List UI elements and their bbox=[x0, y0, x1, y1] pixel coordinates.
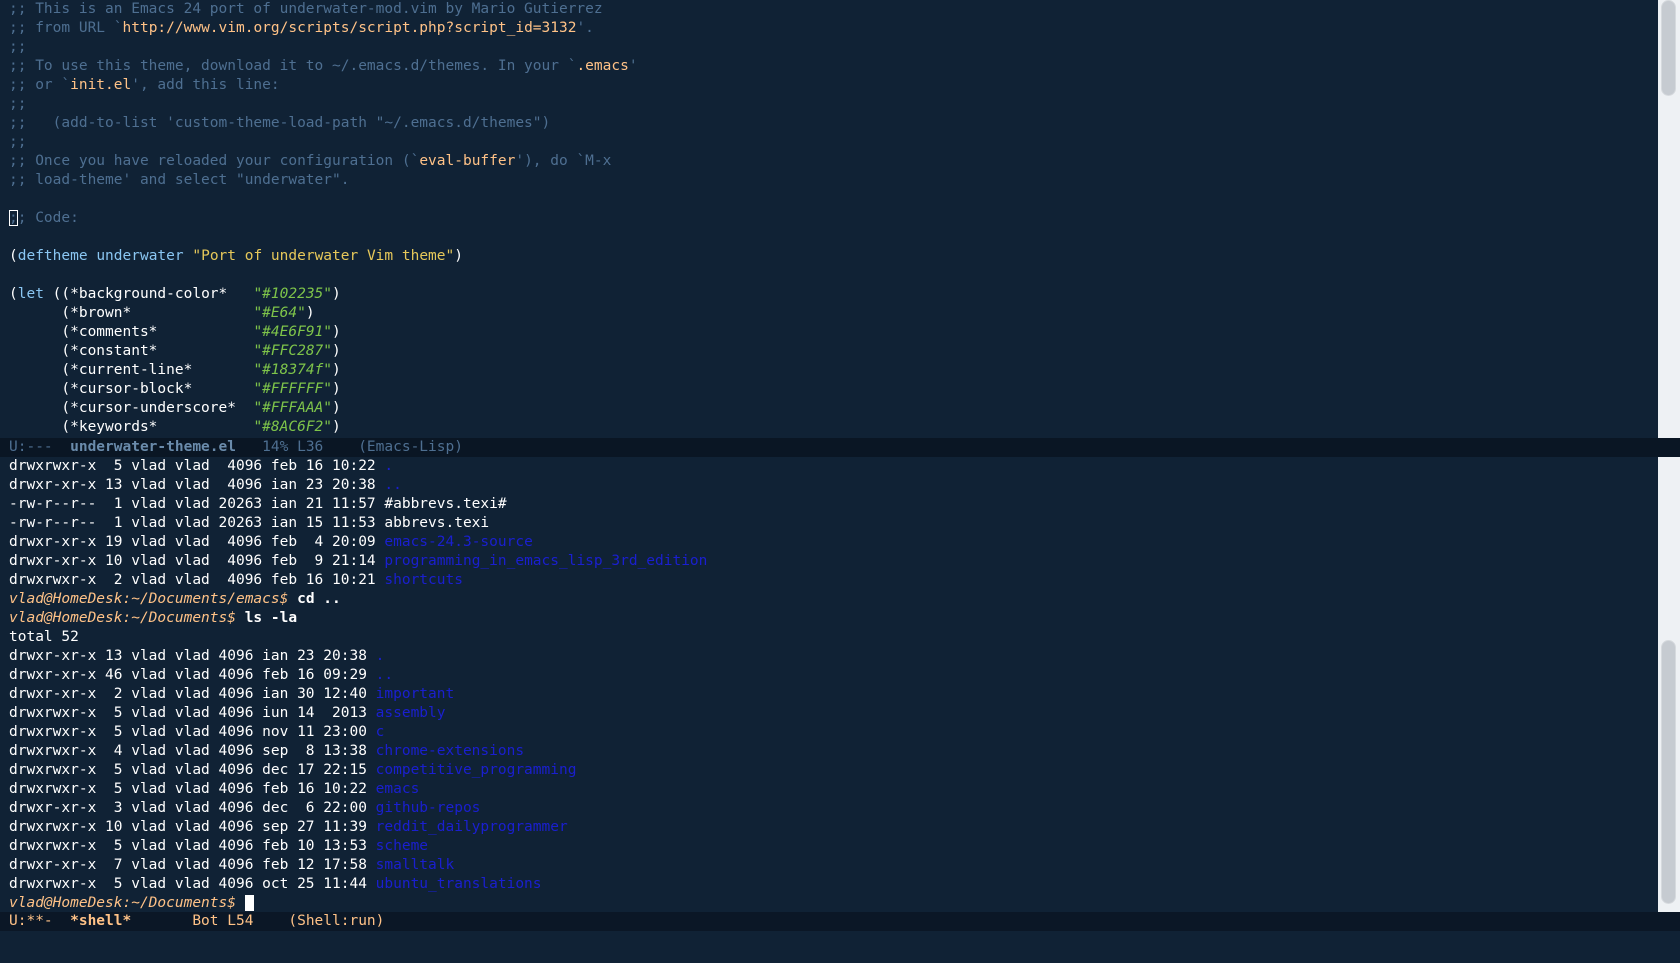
code-line: ;; Once you have reloaded your configura… bbox=[9, 153, 612, 169]
code-line: ;; bbox=[9, 96, 27, 112]
directory-entry[interactable]: emacs bbox=[376, 781, 420, 797]
shell-output-line: drwxr-xr-x 2 vlad vlad 4096 ian 30 12:40… bbox=[9, 686, 455, 702]
directory-entry[interactable]: reddit_dailyprogrammer bbox=[376, 819, 568, 835]
shell-prompt-line: vlad@HomeDesk:~/Documents/emacs$ cd .. bbox=[0, 590, 1658, 609]
code-line: ;; bbox=[9, 134, 27, 150]
shell-output-line: drwxr-xr-x 46 vlad vlad 4096 feb 16 09:2… bbox=[9, 667, 394, 683]
shell-output-line: -rw-r--r-- 1 vlad vlad 20263 ian 15 11:5… bbox=[9, 515, 490, 531]
directory-entry[interactable]: competitive_programming bbox=[376, 762, 577, 778]
modeline-position: 14% L36 bbox=[235, 439, 359, 455]
shell-prompt: vlad@HomeDesk:~/Documents/emacs$ bbox=[9, 591, 298, 607]
code-line: (*constant* "#FFC287") bbox=[9, 343, 341, 359]
code-line: (*comments* "#4E6F91") bbox=[9, 324, 341, 340]
shell-output-line: drwxrwxr-x 4 vlad vlad 4096 sep 8 13:38 … bbox=[9, 743, 525, 759]
directory-entry[interactable]: .. bbox=[384, 477, 401, 493]
shell-prompt: vlad@HomeDesk:~/Documents$ bbox=[9, 610, 245, 626]
directory-entry[interactable]: . bbox=[384, 458, 393, 474]
shell-window[interactable]: drwxrwxr-x 5 vlad vlad 4096 feb 16 10:22… bbox=[0, 457, 1658, 912]
directory-entry[interactable]: chrome-extensions bbox=[376, 743, 524, 759]
modeline-status: U:**- bbox=[9, 913, 71, 929]
directory-entry[interactable]: scheme bbox=[376, 838, 428, 854]
shell-output-line: -rw-r--r-- 1 vlad vlad 20263 ian 21 11:5… bbox=[9, 496, 507, 512]
shell-input-line[interactable]: vlad@HomeDesk:~/Documents$ bbox=[0, 894, 1658, 912]
shell-output-line: drwxr-xr-x 13 vlad vlad 4096 ian 23 20:3… bbox=[9, 648, 385, 664]
code-line: ;; To use this theme, download it to ~/.… bbox=[9, 58, 638, 74]
shell-output-line: drwxrwxr-x 5 vlad vlad 4096 oct 25 11:44… bbox=[9, 876, 542, 892]
shell-output-line: drwxrwxr-x 2 vlad vlad 4096 feb 16 10:21… bbox=[9, 572, 463, 588]
directory-entry[interactable]: emacs-24.3-source bbox=[384, 534, 532, 550]
code-line: (deftheme underwater "Port of underwater… bbox=[9, 248, 463, 264]
shell-output-line: drwxrwxr-x 5 vlad vlad 4096 nov 11 23:00… bbox=[9, 724, 385, 740]
directory-entry[interactable]: shortcuts bbox=[384, 572, 463, 588]
shell-output-line: drwxr-xr-x 10 vlad vlad 4096 feb 9 21:14… bbox=[9, 553, 708, 569]
code-line: ;; from URL `http://www.vim.org/scripts/… bbox=[9, 20, 594, 36]
directory-entry[interactable]: ubuntu_translations bbox=[376, 876, 542, 892]
shell-cursor bbox=[244, 895, 254, 911]
editor-cursor: ; bbox=[9, 210, 18, 226]
modeline-position: Bot L54 bbox=[131, 913, 289, 929]
code-line: (*cursor-block* "#FFFFFF") bbox=[9, 381, 341, 397]
code-line: ;; load-theme' and select "underwater". bbox=[9, 172, 350, 188]
modeline-major-mode[interactable]: (Shell:run) bbox=[288, 913, 384, 929]
shell-output-line: drwxrwxr-x 5 vlad vlad 4096 dec 17 22:15… bbox=[9, 762, 577, 778]
shell-output-line: total 52 bbox=[9, 629, 79, 645]
shell-output-line: drwxr-xr-x 7 vlad vlad 4096 feb 12 17:58… bbox=[9, 857, 455, 873]
code-line: ;; This is an Emacs 24 port of underwate… bbox=[9, 1, 603, 17]
shell-output-line: drwxr-xr-x 13 vlad vlad 4096 ian 23 20:3… bbox=[9, 477, 402, 493]
shell-output-line: drwxrwxr-x 10 vlad vlad 4096 sep 27 11:3… bbox=[9, 819, 568, 835]
code-line: (*cursor-underscore* "#FFFAAA") bbox=[9, 400, 341, 416]
editor-window[interactable]: ;; This is an Emacs 24 port of underwate… bbox=[0, 0, 1658, 438]
directory-entry[interactable]: smalltalk bbox=[376, 857, 455, 873]
shell-output-line: drwxrwxr-x 5 vlad vlad 4096 iun 14 2013 … bbox=[9, 705, 446, 721]
modeline-buffer-name[interactable]: underwater-theme.el bbox=[70, 439, 236, 455]
shell-scrollbar-thumb[interactable] bbox=[1661, 640, 1676, 904]
directory-entry[interactable]: c bbox=[376, 724, 385, 740]
editor-scrollbar[interactable] bbox=[1658, 0, 1680, 438]
shell-output-line: drwxrwxr-x 5 vlad vlad 4096 feb 10 13:53… bbox=[9, 838, 429, 854]
directory-entry[interactable]: assembly bbox=[376, 705, 446, 721]
code-line: ;; bbox=[9, 39, 27, 55]
code-line: ;; Code: bbox=[9, 210, 79, 226]
modeline-major-mode[interactable]: (Emacs-Lisp) bbox=[358, 439, 463, 455]
shell-command: ls -la bbox=[244, 610, 298, 626]
code-line: (*brown* "#E64") bbox=[9, 305, 315, 321]
modeline-status: U:--- bbox=[9, 439, 71, 455]
modeline-buffer-name[interactable]: *shell* bbox=[70, 913, 131, 929]
shell-output-line: drwxrwxr-x 5 vlad vlad 4096 feb 16 10:22… bbox=[9, 458, 394, 474]
code-line: ;; (add-to-list 'custom-theme-load-path … bbox=[9, 115, 551, 131]
shell-prompt: vlad@HomeDesk:~/Documents$ bbox=[9, 895, 245, 911]
directory-entry[interactable]: .. bbox=[376, 667, 393, 683]
shell-output-line: drwxr-xr-x 19 vlad vlad 4096 feb 4 20:09… bbox=[9, 534, 533, 550]
shell-output-line: drwxr-xr-x 3 vlad vlad 4096 dec 6 22:00 … bbox=[9, 800, 481, 816]
shell-scrollbar[interactable] bbox=[1658, 457, 1680, 912]
code-line: (let ((*background-color* "#102235") bbox=[9, 286, 341, 302]
directory-entry[interactable]: github-repos bbox=[376, 800, 481, 816]
editor-scrollbar-thumb[interactable] bbox=[1661, 0, 1676, 96]
shell-prompt-line: vlad@HomeDesk:~/Documents$ ls -la bbox=[0, 609, 1658, 628]
code-line: (*current-line* "#18374f") bbox=[9, 362, 341, 378]
directory-entry[interactable]: programming_in_emacs_lisp_3rd_edition bbox=[384, 553, 707, 569]
editor-mode-line[interactable]: U:--- underwater-theme.el 14% L36 (Emacs… bbox=[0, 438, 1680, 457]
shell-mode-line[interactable]: U:**- *shell* Bot L54 (Shell:run) bbox=[0, 912, 1680, 931]
directory-entry[interactable]: important bbox=[376, 686, 455, 702]
shell-command: cd .. bbox=[297, 591, 341, 607]
minibuffer[interactable] bbox=[0, 931, 1680, 963]
code-line: ;; or `init.el', add this line: bbox=[9, 77, 280, 93]
shell-output-line: drwxrwxr-x 5 vlad vlad 4096 feb 16 10:22… bbox=[9, 781, 420, 797]
directory-entry[interactable]: . bbox=[376, 648, 385, 664]
url-link[interactable]: http://www.vim.org/scripts/script.php?sc… bbox=[123, 20, 577, 36]
code-line: (*keywords* "#8AC6F2") bbox=[9, 419, 341, 435]
